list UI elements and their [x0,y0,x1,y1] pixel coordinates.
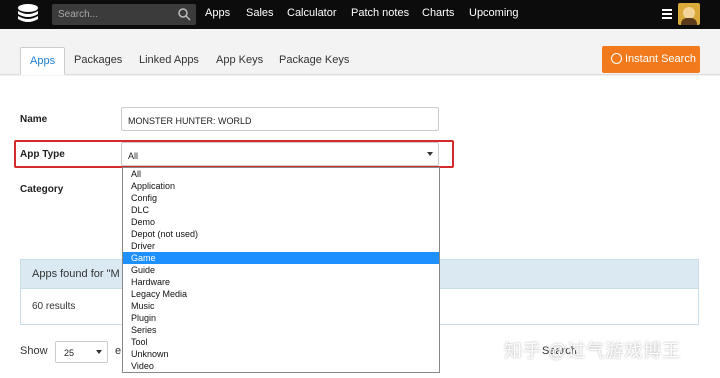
dropdown-option[interactable]: Depot (not used) [123,228,439,240]
dropdown-option[interactable]: Hardware [123,276,439,288]
dropdown-option[interactable]: Legacy Media [123,288,439,300]
search-icon[interactable] [177,7,191,21]
nav-sales[interactable]: Sales [246,7,274,19]
name-field[interactable]: MONSTER HUNTER: WORLD [121,107,439,131]
dropdown-option[interactable]: Demo [123,216,439,228]
search-box [52,4,196,25]
avatar[interactable] [678,3,700,25]
nav-upcoming[interactable]: Upcoming [469,7,519,19]
dropdown-option[interactable]: Music [123,300,439,312]
search-input[interactable] [52,4,172,25]
check-circle-icon [611,53,622,64]
nav-patch-notes[interactable]: Patch notes [351,7,409,19]
dropdown-option[interactable]: Unknown [123,348,439,360]
dropdown-option[interactable]: Plugin [123,312,439,324]
tab-app-keys[interactable]: App Keys [216,47,263,75]
menu-icon[interactable] [662,9,672,19]
dropdown-option[interactable]: All [123,168,439,180]
dropdown-option[interactable]: Config [123,192,439,204]
dropdown-option[interactable]: DLC [123,204,439,216]
app-type-dropdown: All Application Config DLC Demo Depot (not us… [122,167,440,373]
tab-apps[interactable]: Apps [20,47,66,75]
nav-calculator[interactable]: Calculator [287,7,337,19]
page-size-value: 25 [64,348,75,358]
instant-search-button[interactable]: Instant Search [602,46,700,73]
page-size-select[interactable]: 25 [55,341,108,363]
instant-search-label: Instant Search [625,53,696,65]
tab-linked-apps[interactable]: Linked Apps [139,47,199,75]
dropdown-option[interactable]: Video [123,360,439,372]
database-logo-icon[interactable] [15,3,41,26]
top-navbar: Apps Sales Calculator Patch notes Charts… [0,0,720,29]
dropdown-option[interactable]: Driver [123,240,439,252]
show-suffix: e [115,345,122,357]
chevron-down-icon [96,350,102,354]
category-label: Category [20,184,64,195]
dropdown-option[interactable]: Game [123,252,439,264]
show-label: Show [20,345,48,357]
nav-charts[interactable]: Charts [422,7,454,19]
dropdown-option[interactable]: Guide [123,264,439,276]
highlight-annotation [14,140,454,168]
nav-apps[interactable]: Apps [205,7,230,19]
name-label: Name [20,114,48,125]
dropdown-option[interactable]: Tool [123,336,439,348]
tab-packages[interactable]: Packages [74,47,122,75]
dropdown-option[interactable]: Application [123,180,439,192]
tab-package-keys[interactable]: Package Keys [279,47,349,75]
dropdown-option[interactable]: Series [123,324,439,336]
watermark: 知乎 @过气游戏博王 [504,341,682,361]
